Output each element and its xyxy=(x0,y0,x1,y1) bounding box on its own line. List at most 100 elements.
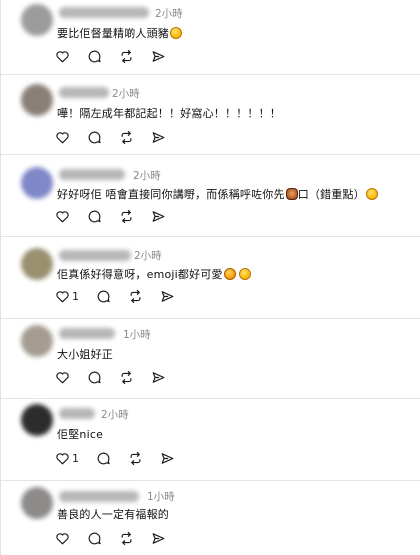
repost-icon xyxy=(121,49,132,63)
like-button[interactable] xyxy=(55,370,70,385)
comment-text-tail: 口（錯重點） xyxy=(297,188,365,201)
share-button[interactable] xyxy=(151,209,166,224)
emoji-icon xyxy=(223,268,236,280)
repost-button[interactable] xyxy=(119,370,134,385)
repost-icon xyxy=(121,531,132,545)
avatar[interactable] xyxy=(21,404,53,436)
avatar[interactable] xyxy=(21,84,53,116)
comment-icon xyxy=(88,532,101,544)
username-blurred[interactable] xyxy=(59,250,131,261)
comment-icon xyxy=(88,50,101,62)
comments-feed: 2小時 要比佢督量精啲人頭豬 2小時 嘩！隔左成年都記起！！好窩心！！！！！！ xyxy=(0,0,420,555)
timestamp: 2小時 xyxy=(101,409,129,421)
comment-item: 1小時 大小姐好正 xyxy=(1,319,420,399)
share-button[interactable] xyxy=(151,370,166,385)
reply-button[interactable] xyxy=(87,209,102,224)
comment-text: 佢堅nice xyxy=(57,428,104,441)
reply-button[interactable] xyxy=(96,289,111,304)
like-button[interactable]: 1 xyxy=(55,289,79,304)
comment-item: 2小時 佢真係好得意呀，emoji都好可愛 1 xyxy=(1,237,420,319)
share-icon xyxy=(152,50,165,62)
repost-icon xyxy=(121,209,132,223)
comment-item: 2小時 好好呀佢 唔會直接同你講嘢，而係稱呼咗你先 口（錯重點） xyxy=(1,155,420,237)
username-blurred[interactable] xyxy=(59,7,149,18)
comment-item: 2小時 佢堅nice 1 xyxy=(1,399,420,481)
comment-text: 大小姐好正 xyxy=(57,348,113,361)
heart-icon xyxy=(56,290,69,302)
avatar[interactable] xyxy=(21,248,53,280)
repost-button[interactable] xyxy=(119,209,134,224)
heart-icon xyxy=(56,532,69,544)
like-button[interactable]: 1 xyxy=(55,451,79,466)
repost-button[interactable] xyxy=(119,49,134,64)
heart-icon xyxy=(56,371,69,383)
timestamp: 1小時 xyxy=(123,329,151,341)
emoji-icon xyxy=(170,27,182,39)
reply-button[interactable] xyxy=(96,451,111,466)
share-icon xyxy=(152,210,165,222)
comment-icon xyxy=(88,210,101,222)
share-button[interactable] xyxy=(160,451,175,466)
username-blurred[interactable] xyxy=(59,169,125,180)
like-button[interactable] xyxy=(55,130,70,145)
repost-icon xyxy=(121,130,132,144)
like-button[interactable] xyxy=(55,209,70,224)
repost-button[interactable] xyxy=(119,130,134,145)
share-button[interactable] xyxy=(151,49,166,64)
action-bar xyxy=(55,206,183,226)
action-bar xyxy=(55,127,183,147)
reply-button[interactable] xyxy=(87,370,102,385)
username-blurred[interactable] xyxy=(59,408,95,419)
username-blurred[interactable] xyxy=(59,87,109,98)
comment-text-body: 好好呀佢 唔會直接同你講嘢，而係稱呼咗你先 xyxy=(57,188,285,201)
comment-icon xyxy=(97,452,110,464)
comment-text-body: 佢真係好得意呀，emoji都好可愛 xyxy=(57,268,223,281)
share-icon xyxy=(161,290,174,302)
share-icon xyxy=(152,371,165,383)
reply-button[interactable] xyxy=(87,531,102,546)
comment-text: 善良的人一定有福報的 xyxy=(57,508,169,521)
repost-icon xyxy=(130,451,141,465)
username-blurred[interactable] xyxy=(59,491,139,502)
share-button[interactable] xyxy=(151,130,166,145)
comment-text: 嘩！隔左成年都記起！！好窩心！！！！！！ xyxy=(57,107,281,120)
avatar[interactable] xyxy=(21,4,53,36)
comment-text: 要比佢督量精啲人頭豬 xyxy=(57,25,182,41)
avatar[interactable] xyxy=(21,325,53,357)
share-icon xyxy=(152,131,165,143)
timestamp: 2小時 xyxy=(134,250,162,262)
emoji-icon xyxy=(238,268,251,280)
reply-button[interactable] xyxy=(87,49,102,64)
comment-item: 2小時 嘩！隔左成年都記起！！好窩心！！！！！！ xyxy=(1,75,420,155)
reply-button[interactable] xyxy=(87,130,102,145)
comment-text: 好好呀佢 唔會直接同你講嘢，而係稱呼咗你先 口（錯重點） xyxy=(57,186,378,202)
heart-icon xyxy=(56,131,69,143)
repost-button[interactable] xyxy=(128,289,143,304)
action-bar xyxy=(55,367,183,387)
comment-text: 佢真係好得意呀，emoji都好可愛 xyxy=(57,266,251,282)
emoji-icon xyxy=(365,188,378,200)
heart-icon xyxy=(56,50,69,62)
repost-button[interactable] xyxy=(128,451,143,466)
like-button[interactable] xyxy=(55,49,70,64)
avatar[interactable] xyxy=(21,167,53,199)
share-button[interactable] xyxy=(151,531,166,546)
timestamp: 2小時 xyxy=(112,88,140,100)
repost-icon xyxy=(121,370,132,384)
like-button[interactable] xyxy=(55,531,70,546)
heart-icon xyxy=(56,210,69,222)
action-bar xyxy=(55,528,183,548)
repost-button[interactable] xyxy=(119,531,134,546)
like-count: 1 xyxy=(72,451,79,465)
comment-text-body: 要比佢督量精啲人頭豬 xyxy=(57,27,169,40)
username-blurred[interactable] xyxy=(59,328,115,339)
share-button[interactable] xyxy=(160,289,175,304)
comment-item: 1小時 善良的人一定有福報的 xyxy=(1,481,420,555)
like-count: 1 xyxy=(72,289,79,303)
avatar[interactable] xyxy=(21,487,53,519)
person-emoji-icon xyxy=(285,188,298,200)
action-bar xyxy=(55,46,183,66)
heart-icon xyxy=(56,452,69,464)
comment-icon xyxy=(97,290,110,302)
share-icon xyxy=(152,532,165,544)
